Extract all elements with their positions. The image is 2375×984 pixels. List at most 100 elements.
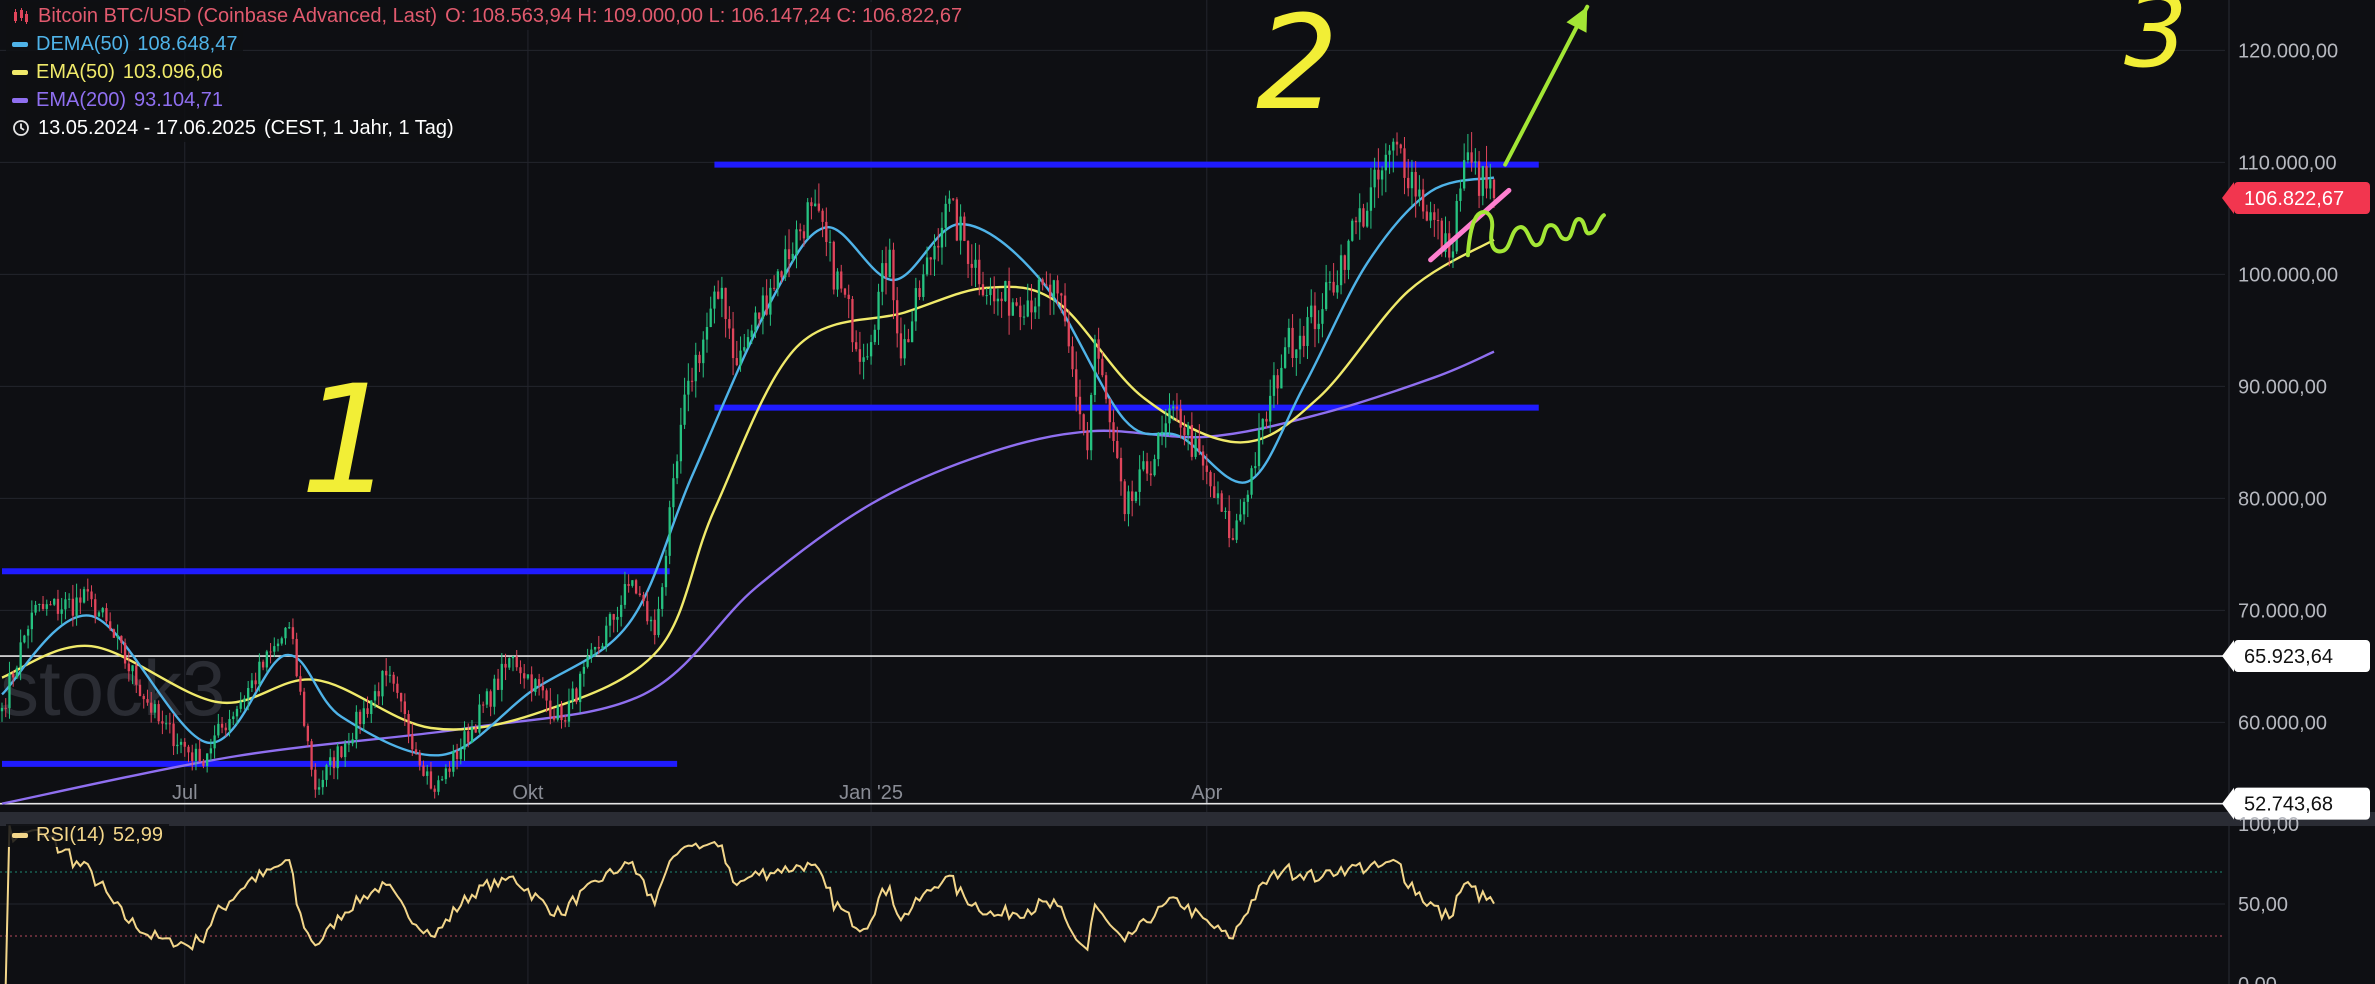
candle-body (884, 263, 888, 278)
candle-body (1485, 166, 1488, 189)
candle-body (653, 619, 656, 636)
price-tick-label: 60.000,00 (2238, 712, 2327, 734)
candle-body (232, 716, 235, 720)
indicator-row-dema50[interactable]: DEMA(50) 108.648,47 (6, 30, 244, 58)
candle-body (784, 249, 787, 278)
candle-body (821, 210, 824, 222)
ohlc-values: O: 108.563,94 H: 109.000,00 L: 106.147,2… (445, 5, 963, 27)
candle-body (396, 683, 399, 693)
candle-body (888, 249, 891, 278)
candle-body (164, 723, 168, 725)
candle-body (90, 591, 93, 600)
indicator-row-ema200[interactable]: EMA(200) 93.104,71 (6, 86, 230, 114)
indicator-row-ema50[interactable]: EMA(50) 103.096,06 (6, 58, 230, 86)
candle-body (1414, 171, 1417, 197)
candle-body (187, 746, 190, 753)
candle-body (1011, 302, 1014, 316)
candle-body (478, 704, 481, 733)
candle-body (1477, 161, 1481, 196)
candle-body (1168, 408, 1171, 424)
candle-body (56, 598, 60, 614)
candle-body (1436, 219, 1440, 221)
candle-body (1164, 423, 1167, 432)
candle-body (791, 253, 794, 260)
candle-body (388, 674, 392, 676)
candle-body (60, 609, 63, 614)
candle-body (843, 288, 847, 295)
price-tag-notch (2222, 640, 2234, 673)
candle-body (157, 704, 160, 722)
candle-body (825, 221, 828, 243)
candle-body (131, 665, 134, 672)
scribble-path (1465, 210, 1606, 258)
candle-body (4, 707, 7, 709)
candle-body (1466, 152, 1470, 161)
candle-body (414, 749, 418, 753)
candle-body (799, 229, 802, 232)
candle-body (1142, 461, 1145, 470)
candle-body (564, 720, 567, 722)
candle-body (1403, 148, 1406, 178)
candle-body (899, 333, 903, 359)
price-chart[interactable]: stock3 120.000,00 110.000,00 100.000,00 90.… (0, 0, 2375, 984)
pane-separator (0, 812, 2375, 826)
candle-body (795, 229, 798, 254)
candle-body (907, 339, 910, 343)
candle-body (724, 287, 727, 320)
candle-body (403, 701, 406, 714)
price-axis: 120.000,00 110.000,00 100.000,00 90.000,00 8… (172, 40, 2370, 984)
candle-body (1298, 335, 1302, 350)
candle-body (974, 259, 977, 268)
candle-body (347, 743, 351, 745)
candle-body (508, 658, 511, 668)
candle-body (295, 638, 298, 677)
rsi-swatch (12, 833, 28, 838)
candle-body (959, 216, 962, 241)
candle-body (351, 739, 354, 744)
candle-body (877, 291, 880, 330)
candle-body (49, 604, 52, 606)
rsi-legend[interactable]: RSI(14) 52,99 (6, 824, 169, 847)
candle-body (112, 629, 116, 638)
candle-body (123, 642, 127, 664)
candle-body (922, 274, 925, 297)
candle-body (489, 691, 492, 707)
candle-body (1075, 369, 1078, 397)
candle-body (34, 604, 37, 613)
candle-body (1328, 281, 1332, 283)
candle-body (1287, 327, 1291, 348)
candle-body (138, 684, 142, 696)
candle-body (1261, 418, 1264, 431)
candle-body (813, 203, 817, 207)
rsi-tick-label: 50,00 (2238, 894, 2288, 916)
candle-body (1224, 510, 1227, 512)
candle-body (683, 394, 686, 425)
candle-body (582, 666, 586, 674)
candle-body (1183, 427, 1186, 436)
candle-body (1459, 188, 1462, 201)
candle-body (597, 646, 600, 649)
candle-body (86, 589, 89, 592)
date-range-meta: (CEST, 1 Jahr, 1 Tag) (263, 117, 454, 139)
date-range-row[interactable]: 13.05.2024 - 17.06.2025 (CEST, 1 Jahr, 1… (6, 114, 460, 142)
candle-body (168, 723, 172, 725)
candle-body (116, 635, 119, 638)
candle-body (1313, 305, 1317, 330)
candle-body (776, 271, 779, 289)
candle-body (1063, 295, 1067, 322)
candle-body (1216, 493, 1220, 498)
symbol-row[interactable]: Bitcoin BTC/USD (Coinbase Advanced, Last… (6, 2, 969, 30)
candle-body (1269, 395, 1272, 422)
candle-body (299, 676, 302, 692)
candle-body (631, 580, 634, 586)
projection-arrow (1503, 4, 1590, 167)
candle-body (623, 584, 627, 605)
ema200-value: 93.104,71 (134, 89, 224, 111)
candle-body (612, 614, 615, 620)
candle-body (1429, 212, 1432, 221)
candle-body (1231, 538, 1235, 540)
candle-body (1034, 306, 1037, 313)
candle-body (578, 673, 582, 703)
candle-body (1246, 494, 1249, 502)
candle-body (836, 271, 839, 290)
